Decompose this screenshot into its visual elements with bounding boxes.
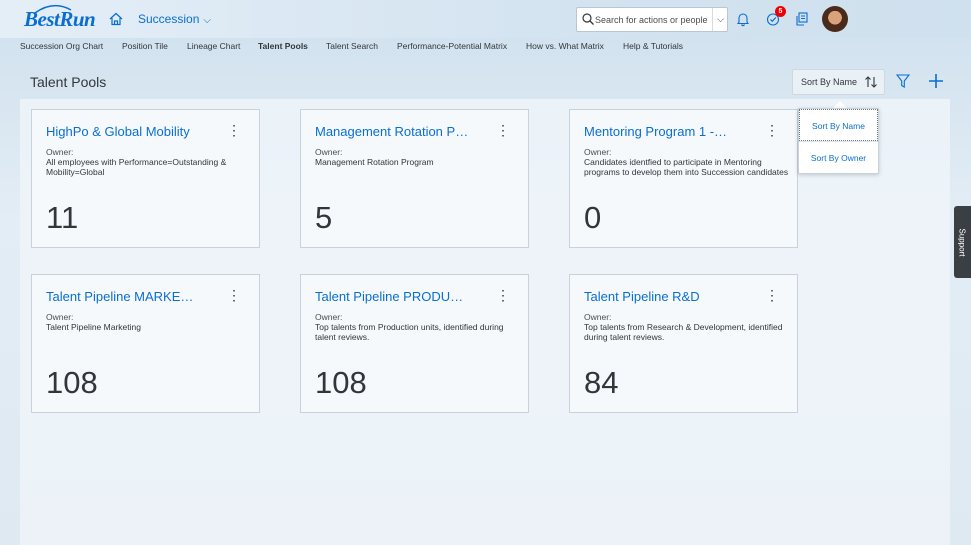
owner-description: Top talents from Research & Development,… (584, 322, 783, 342)
nav-performance-potential-matrix[interactable]: Performance-Potential Matrix (397, 41, 507, 51)
company-logo[interactable]: BestRun (24, 7, 96, 32)
pool-member-count: 5 (315, 200, 333, 235)
sort-button-label: Sort By Name (801, 77, 858, 87)
more-options-icon[interactable]: ⋮ (765, 287, 779, 304)
search-field[interactable]: ⌵ (576, 7, 728, 32)
support-label: Support (958, 227, 967, 257)
module-switcher[interactable]: Succession ⌵ (138, 12, 211, 26)
pool-member-count: 11 (46, 200, 79, 235)
sort-menu: Sort By Name Sort By Owner (798, 108, 879, 174)
talent-pool-card[interactable]: Talent Pipeline R&D ⋮ Owner: Top talents… (569, 274, 798, 413)
pool-member-count: 108 (46, 365, 98, 400)
owner-description: Management Rotation Program (315, 157, 434, 167)
owner-label: Owner: (46, 312, 74, 322)
more-options-icon[interactable]: ⋮ (496, 287, 510, 304)
owner-description: All employees with Performance=Outstandi… (46, 157, 227, 177)
nav-position-tile[interactable]: Position Tile (122, 41, 168, 51)
more-options-icon[interactable]: ⋮ (496, 122, 510, 139)
more-options-icon[interactable]: ⋮ (765, 122, 779, 139)
nav-how-vs-what-matrix[interactable]: How vs. What Matrix (526, 41, 604, 51)
filter-icon[interactable] (896, 73, 910, 89)
dropdown-pointer (833, 101, 847, 108)
owner-label: Owner: (315, 312, 343, 322)
sort-icon (865, 76, 877, 88)
talent-pool-card[interactable]: Management Rotation P… ⋮ Owner: Manageme… (300, 109, 529, 248)
user-avatar[interactable] (822, 6, 848, 32)
sort-button[interactable]: Sort By Name (792, 69, 885, 95)
talent-pool-card[interactable]: HighPo & Global Mobility ⋮ Owner: All em… (31, 109, 260, 248)
page-title: Talent Pools (30, 74, 107, 90)
notification-badge: 5 (775, 6, 786, 17)
pool-member-count: 84 (584, 365, 619, 400)
home-icon[interactable] (108, 11, 124, 27)
talent-pool-card[interactable]: Mentoring Program 1 -… ⋮ Owner: Candidat… (569, 109, 798, 248)
bell-icon[interactable] (735, 11, 751, 27)
owner-label: Owner: (315, 147, 343, 157)
more-options-icon[interactable]: ⋮ (227, 122, 241, 139)
owner-description: Candidates identfied to participate in M… (584, 157, 789, 177)
owner-description: Talent Pipeline Marketing (46, 322, 141, 332)
talent-pool-card[interactable]: Talent Pipeline PRODU… ⋮ Owner: Top tale… (300, 274, 529, 413)
owner-label: Owner: (584, 312, 612, 322)
support-tab[interactable]: Support (954, 206, 971, 278)
owner-description: Top talents from Production units, ident… (315, 322, 504, 342)
card-title[interactable]: Mentoring Program 1 -… (584, 124, 764, 139)
sub-navigation: Succession Org Chart Position Tile Linea… (0, 38, 971, 56)
card-title[interactable]: Talent Pipeline PRODU… (315, 289, 495, 304)
nav-help-tutorials[interactable]: Help & Tutorials (623, 41, 683, 51)
nav-lineage-chart[interactable]: Lineage Chart (187, 41, 240, 51)
card-title[interactable]: Management Rotation P… (315, 124, 495, 139)
card-title[interactable]: HighPo & Global Mobility (46, 124, 226, 139)
chevron-down-icon: ⌵ (203, 15, 211, 26)
pool-member-count: 108 (315, 365, 367, 400)
shell-bar: BestRun Succession⌵ ⌵ 5 (0, 0, 971, 38)
pool-member-count: 0 (584, 200, 602, 235)
owner-label: Owner: (584, 147, 612, 157)
search-input[interactable] (595, 9, 709, 31)
sort-by-name-option[interactable]: Sort By Name (799, 109, 878, 141)
module-title: Succession (138, 12, 200, 26)
search-scope-dropdown[interactable]: ⌵ (712, 8, 728, 31)
owner-label: Owner: (46, 147, 74, 157)
more-options-icon[interactable]: ⋮ (227, 287, 241, 304)
nav-talent-pools[interactable]: Talent Pools (258, 41, 308, 51)
tools-icon[interactable] (794, 11, 810, 27)
nav-succession-org-chart[interactable]: Succession Org Chart (20, 41, 103, 51)
search-icon (582, 13, 594, 25)
card-title[interactable]: Talent Pipeline R&D (584, 289, 764, 304)
nav-talent-search[interactable]: Talent Search (326, 41, 378, 51)
talent-pool-card[interactable]: Talent Pipeline MARKE… ⋮ Owner: Talent P… (31, 274, 260, 413)
sort-by-owner-option[interactable]: Sort By Owner (799, 141, 878, 173)
add-icon[interactable] (928, 73, 944, 89)
card-title[interactable]: Talent Pipeline MARKE… (46, 289, 226, 304)
